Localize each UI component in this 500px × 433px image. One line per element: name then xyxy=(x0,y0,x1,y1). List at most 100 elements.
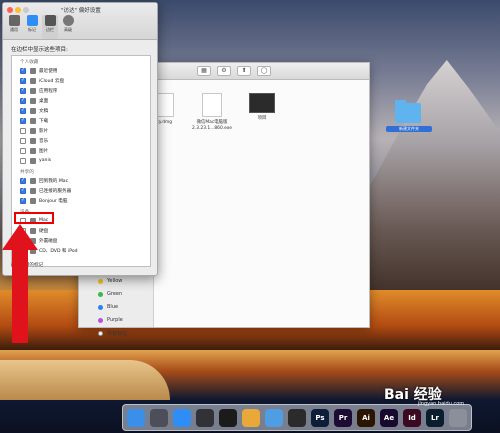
zoom-button[interactable] xyxy=(23,7,29,13)
option-label: Bonjour 电脑 xyxy=(39,199,68,204)
sidebar-option-movies[interactable]: 影片 xyxy=(20,127,146,136)
sidebar-option-back-to-my-mac[interactable]: 回到我的 Mac xyxy=(20,177,146,186)
tab-advanced[interactable]: 高级 xyxy=(60,15,76,33)
media-icon[interactable] xyxy=(288,409,306,427)
sidebar-option-recents[interactable]: 最近使用 xyxy=(20,67,146,76)
sidebar-option-hard-disk[interactable]: 硬盘 xyxy=(20,227,146,236)
option-label: 文稿 xyxy=(39,109,49,114)
tag-icon[interactable]: ◯ xyxy=(257,66,271,76)
aftereffects-icon[interactable]: Ae xyxy=(380,409,398,427)
option-label: yanis xyxy=(39,158,52,163)
server-icon xyxy=(30,188,36,194)
premiere-icon[interactable]: Pr xyxy=(334,409,352,427)
lightroom-icon[interactable]: Lr xyxy=(426,409,444,427)
finder-icon[interactable] xyxy=(127,409,145,427)
option-label: 最近使用 xyxy=(39,69,58,74)
desktop-folder-icon[interactable] xyxy=(395,100,421,123)
checkbox[interactable] xyxy=(20,158,26,164)
tab-label: 标记 xyxy=(28,27,36,32)
checkbox[interactable] xyxy=(20,197,26,204)
file-item[interactable]: 微信Mac电脑版 2.3.23.1...860.exe xyxy=(189,93,235,132)
tag-blue[interactable]: Blue xyxy=(98,304,119,310)
photoshop-icon[interactable]: Ps xyxy=(311,409,329,427)
cloud-icon xyxy=(30,78,36,84)
minimize-button[interactable] xyxy=(15,7,21,13)
illustrator-icon[interactable]: Ai xyxy=(357,409,375,427)
sidebar-option-pictures[interactable]: 图片 xyxy=(20,147,146,156)
sidebar-option-cd-dvd-ipod[interactable]: CD、DVD 和 iPod xyxy=(20,247,146,256)
tab-tags[interactable]: 标记 xyxy=(24,15,40,33)
tag-dot-icon xyxy=(98,331,103,336)
file-name: 项目 xyxy=(257,116,267,121)
checkbox[interactable] xyxy=(20,148,26,154)
sidebar-option-downloads[interactable]: 下载 xyxy=(20,117,146,126)
tab-label: 高级 xyxy=(64,27,72,32)
clock-icon xyxy=(30,68,36,74)
desktop-icon xyxy=(30,98,36,104)
tag-green[interactable]: Green xyxy=(98,291,123,297)
dock: Ps Pr Ai Ae Id Lr xyxy=(122,404,472,431)
documents-icon xyxy=(30,108,36,114)
checkbox[interactable] xyxy=(20,128,26,134)
sidebar-option-icloud[interactable]: iCloud 云盘 xyxy=(20,77,146,86)
file-name: 微信Mac电脑版 2.3.23.1...860.exe xyxy=(192,120,232,131)
gear-icon[interactable]: ⚙ xyxy=(217,66,231,76)
close-button[interactable] xyxy=(7,7,13,13)
sidebar-option-bonjour[interactable]: Bonjour 电脑 xyxy=(20,197,146,206)
download-icon xyxy=(30,118,36,124)
preview-icon[interactable] xyxy=(265,409,283,427)
tag-label: Purple xyxy=(107,317,123,323)
tag-icon xyxy=(26,15,38,26)
tab-label: 边栏 xyxy=(46,27,54,32)
option-label: 音乐 xyxy=(39,139,49,144)
davinci-icon[interactable] xyxy=(196,409,214,427)
tag-yellow[interactable]: Yellow xyxy=(98,278,122,284)
tag-label: Green xyxy=(107,291,123,297)
checkbox[interactable] xyxy=(20,107,26,114)
option-label: 回到我的 Mac xyxy=(39,179,69,184)
desktop-folder-label[interactable]: 新建文件夹 xyxy=(386,126,432,132)
checkbox[interactable] xyxy=(20,117,26,124)
share-icon[interactable]: ⬆ xyxy=(237,66,251,76)
tab-general[interactable]: 通用 xyxy=(6,15,22,33)
option-label: 下载 xyxy=(39,119,49,124)
sidebar-option-applications[interactable]: 应用程序 xyxy=(20,87,146,96)
checkbox[interactable] xyxy=(20,67,26,74)
desktop-wallpaper-mountain xyxy=(360,60,500,300)
view-icon[interactable]: ▦ xyxy=(197,66,211,76)
tag-purple[interactable]: Purple xyxy=(98,317,123,323)
checkbox[interactable] xyxy=(20,187,26,194)
tag-all[interactable]: 所有标记... xyxy=(98,330,132,337)
finalcut-icon[interactable] xyxy=(219,409,237,427)
gear-advanced-icon xyxy=(62,15,74,26)
trash-icon[interactable] xyxy=(449,409,467,427)
highlight-box xyxy=(14,212,54,224)
photos-icon[interactable] xyxy=(242,409,260,427)
tag-dot-icon xyxy=(98,305,103,310)
checkbox[interactable] xyxy=(20,177,26,184)
camera-icon xyxy=(30,148,36,154)
checkbox[interactable] xyxy=(20,77,26,84)
indesign-icon[interactable]: Id xyxy=(403,409,421,427)
section-shared: 共享的 xyxy=(20,170,34,175)
option-label: 图片 xyxy=(39,149,49,154)
tab-sidebar[interactable]: 边栏 xyxy=(42,15,58,39)
preferences-toolbar: "访达" 偏好设置 通用 标记 边栏 高级 xyxy=(3,3,157,40)
arrow-shaft xyxy=(12,247,28,343)
file-item[interactable]: 项目 xyxy=(239,93,285,122)
window-title: "访达" 偏好设置 xyxy=(61,8,101,14)
sidebar-option-connected-servers[interactable]: 已连接的服务器 xyxy=(20,187,146,196)
launchpad-icon[interactable] xyxy=(150,409,168,427)
checkbox[interactable] xyxy=(20,87,26,94)
option-label: 外置磁盘 xyxy=(39,239,58,244)
sidebar-option-music[interactable]: 音乐 xyxy=(20,137,146,146)
gear-icon xyxy=(8,15,20,26)
tag-label: Blue xyxy=(107,304,119,310)
sidebar-option-desktop[interactable]: 桌面 xyxy=(20,97,146,106)
checkbox[interactable] xyxy=(20,138,26,144)
sidebar-option-external-disks[interactable]: 外置磁盘 xyxy=(20,237,146,246)
safari-icon[interactable] xyxy=(173,409,191,427)
sidebar-option-home[interactable]: yanis xyxy=(20,157,146,166)
sidebar-option-documents[interactable]: 文稿 xyxy=(20,107,146,116)
checkbox[interactable] xyxy=(20,97,26,104)
